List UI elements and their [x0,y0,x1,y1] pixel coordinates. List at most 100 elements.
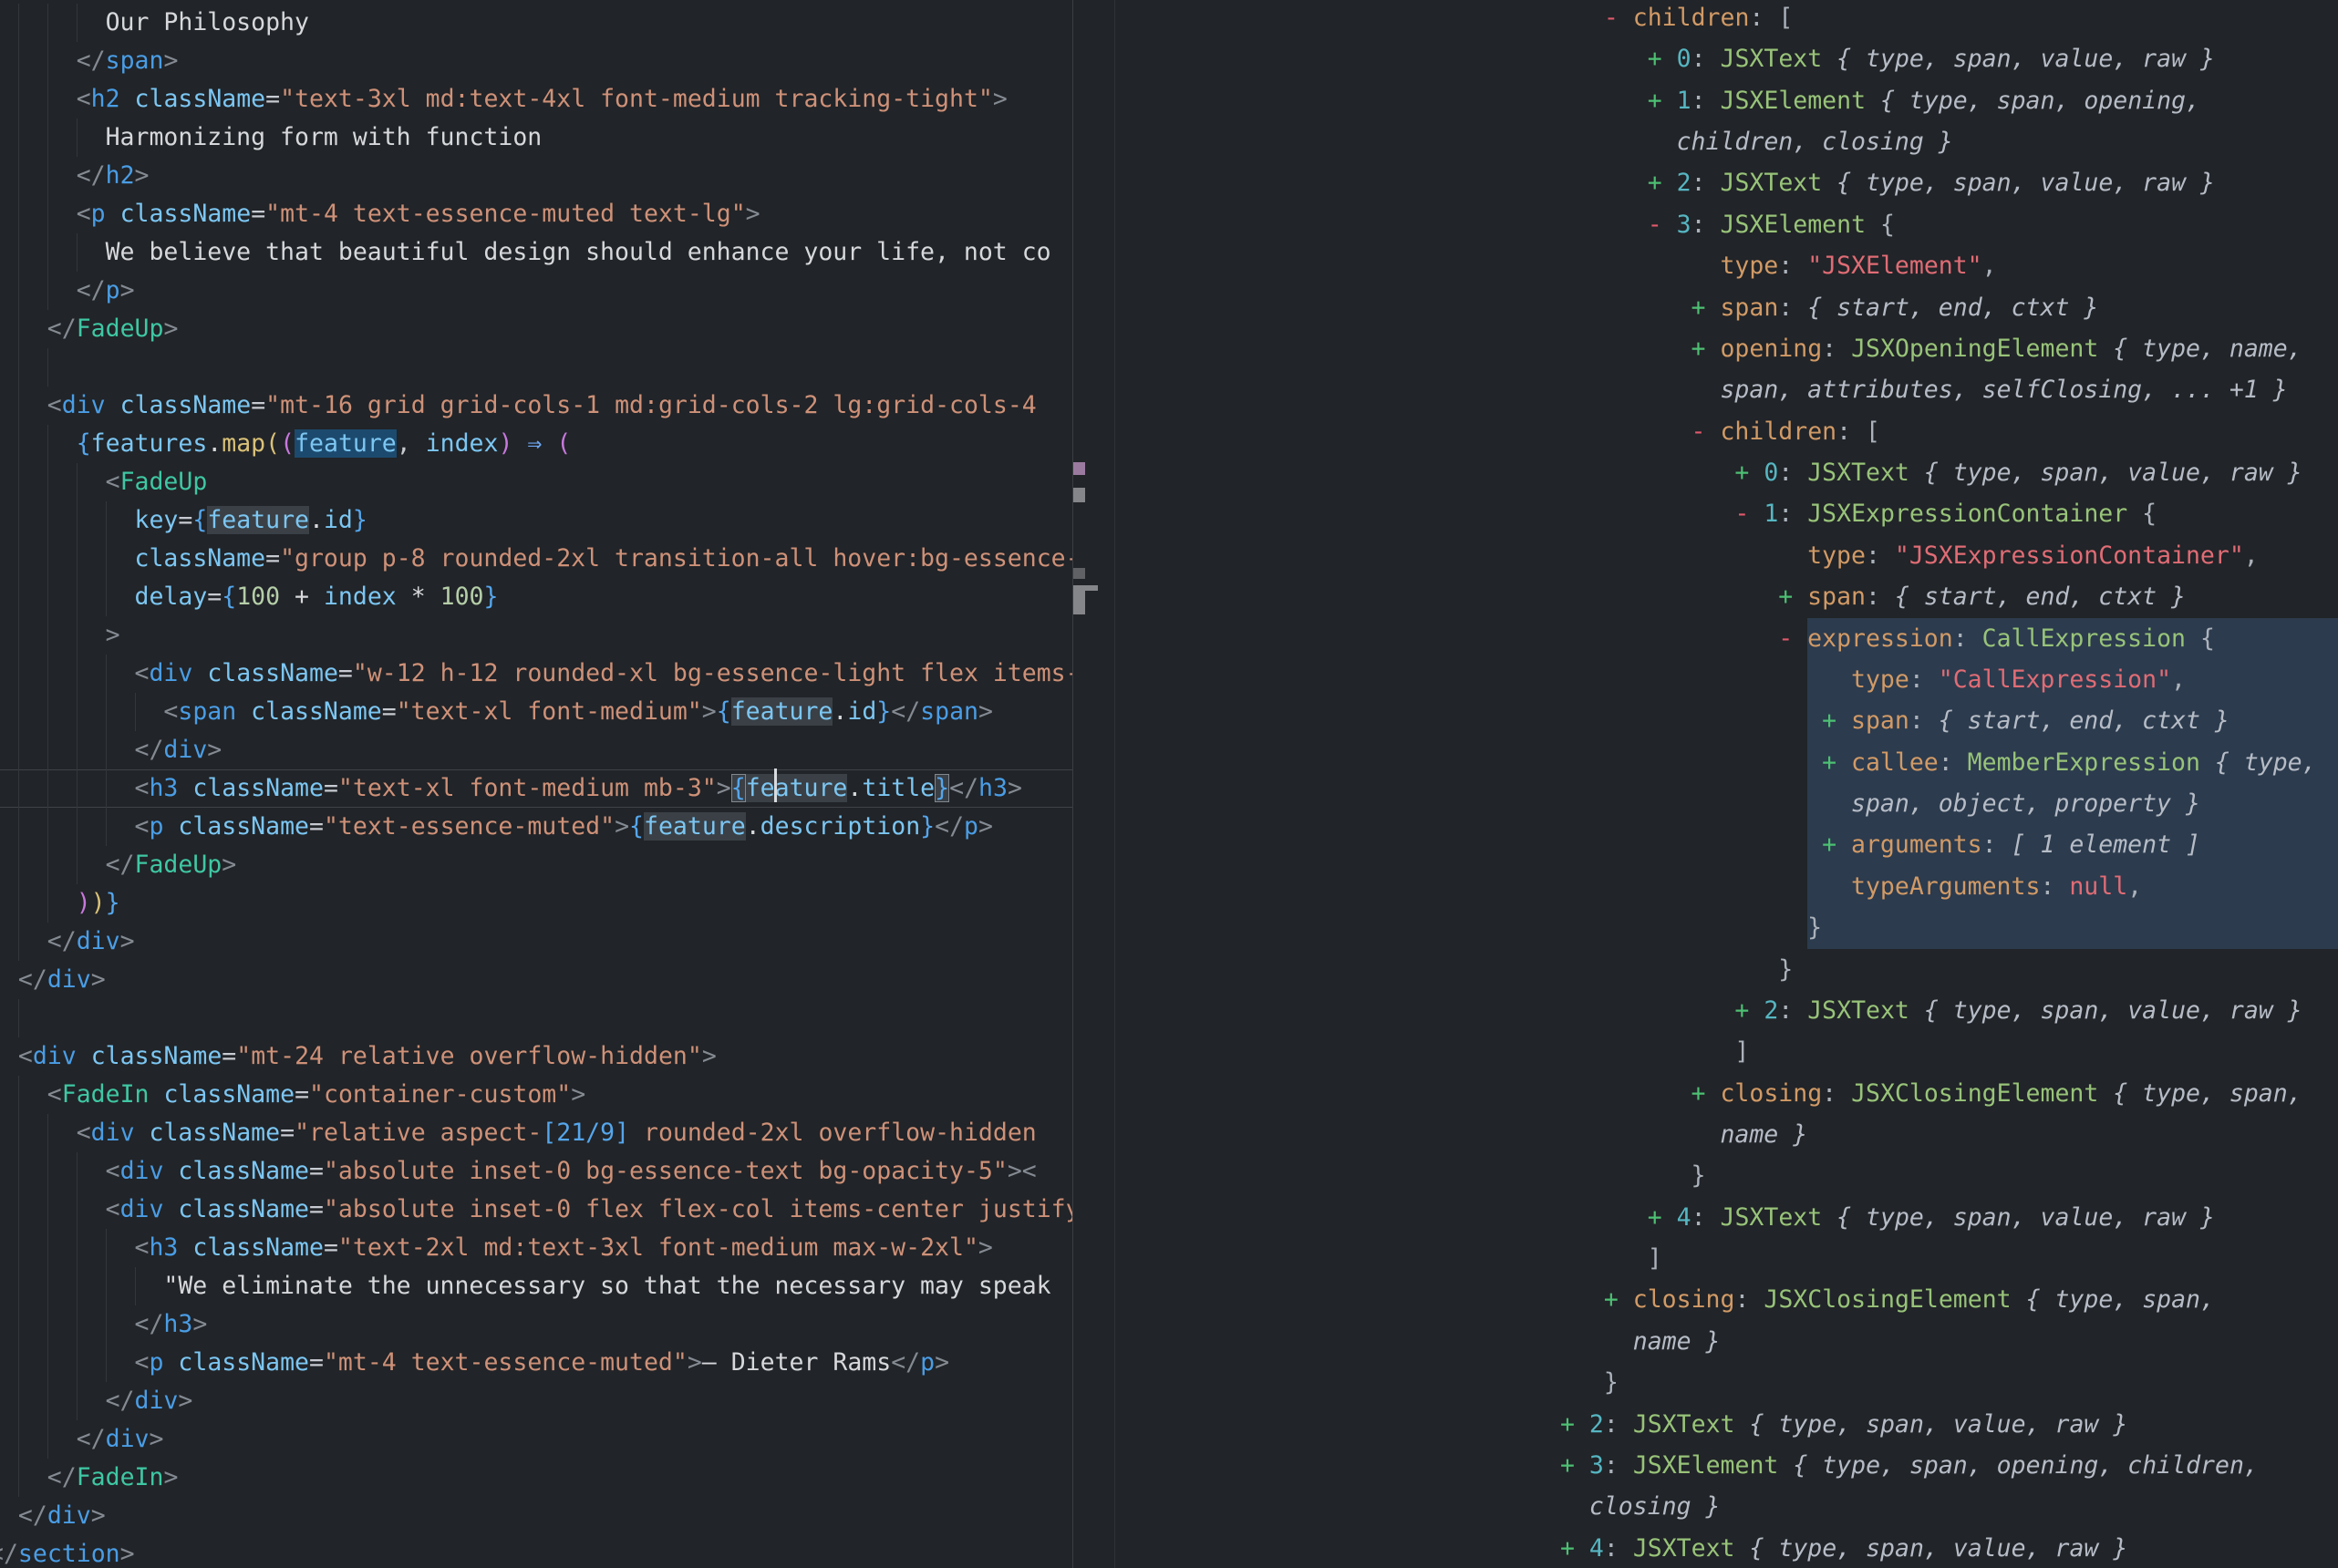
ast-line[interactable]: closing } [1589,1486,1721,1527]
ast-line[interactable]: span, object, property } [1851,783,2200,824]
expand-toggle-icon[interactable]: + [1648,169,1677,197]
ast-line[interactable]: + opening: JSXOpeningElement { type, nam… [1691,328,2302,369]
code-line[interactable]: > [106,616,120,655]
code-line[interactable]: Harmonizing form with function [106,119,543,157]
code-line[interactable]: <div className="w-12 h-12 rounded-xl bg-… [135,655,1073,693]
ast-line[interactable]: span, attributes, selfClosing, ... +1 } [1720,369,2287,410]
code-line[interactable]: <p className="text-essence-muted">{featu… [135,808,993,846]
code-line[interactable]: <h2 className="text-3xl md:text-4xl font… [77,80,1008,119]
code-line[interactable]: </div> [18,961,106,999]
expand-toggle-icon[interactable]: + [1648,45,1677,73]
code-line[interactable]: <div className="absolute inset-0 flex fl… [106,1191,1072,1229]
code-line[interactable]: {features.map((feature, index) ⇒ ( [77,425,572,463]
code-line[interactable]: </div> [106,1382,193,1420]
collapse-toggle-icon[interactable]: - [1691,418,1721,446]
expand-toggle-icon[interactable]: + [1734,459,1764,487]
expand-toggle-icon[interactable]: + [1604,1285,1633,1314]
ast-tree-pane[interactable]: - children: [+ 0: JSXText { type, span, … [1115,0,2338,1568]
ast-line[interactable]: + arguments: [ 1 element ] [1822,824,2200,865]
code-editor-pane[interactable]: Our Philosophy</span><h2 className="text… [0,0,1072,1568]
expand-toggle-icon[interactable]: + [1691,1079,1721,1108]
ast-line[interactable]: name } [1720,1114,1807,1155]
ast-line[interactable]: - children: [ [1691,411,1880,452]
code-line[interactable]: We believe that beautiful design should … [106,233,1051,272]
ast-line[interactable]: + 2: JSXText { type, span, value, raw } [1648,162,2215,203]
code-line[interactable]: <h3 className="text-xl font-medium mb-3"… [135,769,1022,808]
code-line[interactable]: "We eliminate the unnecessary so that th… [163,1267,1050,1305]
ast-line[interactable]: ] [1648,1238,1662,1279]
ast-line[interactable]: name } [1633,1321,1721,1362]
expand-toggle-icon[interactable]: + [1734,996,1764,1025]
ast-line[interactable]: type: "JSXExpressionContainer", [1807,535,2259,576]
ast-line[interactable]: + 1: JSXElement { type, span, opening, [1648,80,2200,121]
code-line[interactable]: </div> [135,731,222,769]
expand-toggle-icon[interactable]: + [1778,583,1807,611]
ast-line[interactable]: + callee: MemberExpression { type, [1822,742,2317,783]
expand-toggle-icon[interactable]: + [1648,1203,1677,1232]
expand-toggle-icon[interactable]: + [1822,707,1851,735]
ast-line[interactable]: + span: { start, end, ctxt } [1822,700,2229,741]
pane-divider[interactable] [1072,0,1073,1568]
collapse-toggle-icon[interactable]: - [1604,4,1633,32]
code-line[interactable]: <p className="mt-4 text-essence-muted">—… [135,1344,950,1382]
ast-line[interactable]: + closing: JSXClosingElement { type, spa… [1604,1279,2215,1320]
expand-toggle-icon[interactable]: + [1560,1534,1589,1563]
code-line[interactable]: <div className="absolute inset-0 bg-esse… [106,1152,1037,1191]
code-line[interactable]: </h2> [77,157,150,195]
code-line[interactable]: ))} [77,884,120,923]
ast-line[interactable]: } [1604,1362,1619,1403]
ast-line[interactable]: type: "JSXElement", [1720,245,1996,286]
collapse-toggle-icon[interactable]: - [1648,211,1677,239]
ast-line[interactable]: } [1691,1155,1706,1196]
code-line[interactable]: </FadeUp> [47,310,179,348]
ast-line[interactable]: + 0: JSXText { type, span, value, raw } [1734,452,2302,493]
ast-line[interactable]: + closing: JSXClosingElement { type, spa… [1691,1073,2302,1114]
expand-toggle-icon[interactable]: + [1560,1410,1589,1439]
code-line[interactable]: <h3 className="text-2xl md:text-3xl font… [135,1229,993,1267]
overview-ruler[interactable] [1072,0,1115,1568]
ast-line[interactable]: + span: { start, end, ctxt } [1778,576,2186,617]
ast-line[interactable]: } [1778,949,1793,990]
code-line[interactable]: className="group p-8 rounded-2xl transit… [135,540,1073,578]
ast-line[interactable]: - children: [ [1604,0,1793,38]
code-line[interactable]: </div> [18,1497,106,1535]
code-line[interactable]: <FadeUp [106,463,208,501]
code-line[interactable]: <span className="text-xl font-medium">{f… [163,693,993,731]
expand-toggle-icon[interactable]: + [1822,830,1851,859]
code-line[interactable]: <div className="mt-24 relative overflow-… [18,1037,717,1076]
ast-line[interactable]: typeArguments: null, [1851,866,2142,907]
collapse-toggle-icon[interactable]: - [1734,500,1764,528]
code-line[interactable]: </section> [0,1535,135,1568]
expand-toggle-icon[interactable]: + [1560,1451,1589,1480]
collapse-toggle-icon[interactable]: - [1778,624,1807,653]
ast-line[interactable]: + 0: JSXText { type, span, value, raw } [1648,38,2215,79]
expand-toggle-icon[interactable]: + [1822,748,1851,777]
code-line[interactable]: </h3> [135,1305,208,1344]
ast-line[interactable]: - expression: CallExpression { [1778,618,2215,659]
code-line[interactable]: Our Philosophy [106,4,309,42]
expand-toggle-icon[interactable]: + [1648,87,1677,115]
ast-line[interactable]: + 4: JSXText { type, span, value, raw } [1648,1197,2215,1238]
expand-toggle-icon[interactable]: + [1691,335,1721,363]
ast-line[interactable]: + 3: JSXElement { type, span, opening, c… [1560,1445,2259,1486]
code-line[interactable]: </div> [77,1420,164,1459]
ast-line[interactable]: } [1807,907,1822,948]
ast-line[interactable]: + 4: JSXText { type, span, value, raw } [1560,1528,2127,1568]
ast-line[interactable]: + 2: JSXText { type, span, value, raw } [1560,1404,2127,1445]
ast-line[interactable]: type: "CallExpression", [1851,659,2186,700]
expand-toggle-icon[interactable]: + [1691,294,1721,322]
ast-line[interactable]: - 1: JSXExpressionContainer { [1734,493,2157,534]
code-line[interactable]: <div className="mt-16 grid grid-cols-1 m… [47,387,1037,425]
code-line[interactable]: </p> [77,272,135,310]
ast-line[interactable]: ] [1734,1031,1749,1072]
code-line[interactable]: key={feature.id} [135,501,367,540]
code-line[interactable]: <p className="mt-4 text-essence-muted te… [77,195,760,233]
code-line[interactable]: </FadeIn> [47,1459,179,1497]
code-line[interactable]: <FadeIn className="container-custom"> [47,1076,585,1114]
ast-line[interactable]: children, closing } [1677,121,1953,162]
code-line[interactable]: </div> [47,923,135,961]
ast-line[interactable]: + 2: JSXText { type, span, value, raw } [1734,990,2302,1031]
code-line[interactable]: </FadeUp> [106,846,237,884]
ast-line[interactable]: - 3: JSXElement { [1648,204,1895,245]
code-line[interactable]: </span> [77,42,179,80]
